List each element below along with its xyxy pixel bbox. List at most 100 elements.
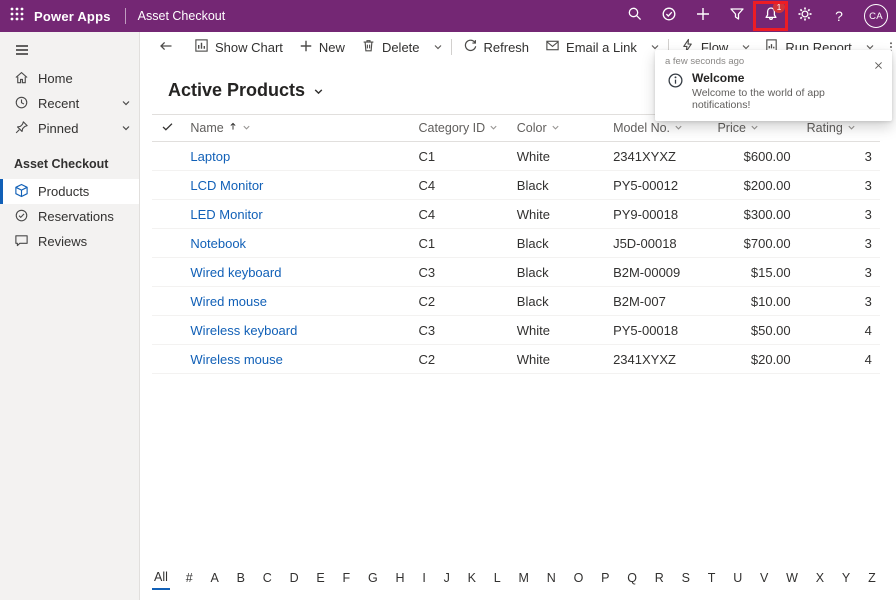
sidebar-item-products[interactable]: Products (0, 179, 139, 204)
cell-model: B2M-007 (605, 286, 710, 316)
sidebar-item-reviews[interactable]: Reviews (0, 229, 139, 254)
cell-rating: 3 (798, 141, 880, 171)
sitemap-toggle-button[interactable] (0, 36, 40, 66)
notifications-button[interactable]: 1 (754, 0, 788, 32)
table-row[interactable]: LED Monitor C4 White PY9-00018 $300.00 3 (152, 199, 880, 229)
sidebar-item-recent[interactable]: Recent (0, 91, 139, 116)
row-select-cell[interactable] (152, 315, 183, 345)
jump-letter[interactable]: C (261, 568, 274, 589)
product-link[interactable]: Wired mouse (190, 294, 267, 309)
account-button[interactable]: CA (856, 0, 896, 32)
search-button[interactable] (618, 0, 652, 32)
jump-letter[interactable]: Q (625, 568, 639, 589)
jump-letter[interactable]: B (235, 568, 247, 589)
jump-letter[interactable]: K (466, 568, 478, 589)
column-header-name[interactable]: Name (182, 114, 411, 142)
row-select-cell[interactable] (152, 199, 183, 229)
cell-model: 2341XYXZ (605, 344, 710, 374)
table-row[interactable]: Notebook C1 Black J5D-00018 $700.00 3 (152, 228, 880, 258)
chevron-down-icon (313, 81, 324, 102)
row-select-cell[interactable] (152, 228, 183, 258)
filter-button[interactable] (720, 0, 754, 32)
table-row[interactable]: Wired mouse C2 Black B2M-007 $10.00 3 (152, 286, 880, 316)
jump-letter[interactable]: H (394, 568, 407, 589)
topbar-divider (124, 8, 126, 24)
jump-letter[interactable]: J (442, 568, 452, 589)
table-row[interactable]: Wireless keyboard C3 White PY5-00018 $50.00 4 (152, 315, 880, 345)
column-header-color[interactable]: Color (508, 114, 606, 142)
refresh-button[interactable]: Refresh (455, 32, 538, 62)
jump-letter[interactable]: N (545, 568, 558, 589)
jump-letter[interactable]: Y (840, 568, 852, 589)
jump-letter[interactable]: P (599, 568, 611, 589)
sidebar-item-label: Products (38, 184, 90, 199)
row-select-cell[interactable] (152, 141, 183, 171)
cell-category: C3 (410, 315, 509, 345)
close-icon[interactable] (871, 56, 886, 78)
jump-letter[interactable]: T (706, 568, 718, 589)
email-link-button[interactable]: Email a Link (537, 32, 645, 62)
jump-letter[interactable]: L (492, 568, 503, 589)
product-link[interactable]: LCD Monitor (190, 178, 263, 193)
jump-letter[interactable]: D (288, 568, 301, 589)
row-select-cell[interactable] (152, 170, 183, 200)
sidebar-item-home[interactable]: Home (0, 66, 139, 91)
row-select-cell[interactable] (152, 344, 183, 374)
jump-letter[interactable]: M (517, 568, 531, 589)
product-link[interactable]: Laptop (190, 149, 230, 164)
product-link[interactable]: Wired keyboard (190, 265, 281, 280)
jump-letter[interactable]: X (814, 568, 826, 589)
show-chart-button[interactable]: Show Chart (186, 32, 291, 62)
jump-letter[interactable]: V (758, 568, 770, 589)
jump-letter[interactable]: F (341, 568, 353, 589)
product-link[interactable]: Notebook (190, 236, 246, 251)
row-select-cell[interactable] (152, 257, 183, 287)
cell-rating: 4 (798, 315, 880, 345)
column-header-category[interactable]: Category ID (410, 114, 509, 142)
jump-letter[interactable]: I (420, 568, 427, 589)
brand-title[interactable]: Power Apps (34, 9, 111, 24)
new-label: New (318, 39, 345, 55)
jump-letter[interactable]: S (680, 568, 692, 589)
table-row[interactable]: LCD Monitor C4 Black PY5-00012 $200.00 3 (152, 170, 880, 200)
cell-rating: 3 (798, 199, 880, 229)
table-row[interactable]: Wired keyboard C3 Black B2M-00009 $15.00 3 (152, 257, 880, 287)
jump-letter[interactable]: R (653, 568, 666, 589)
chevron-down-icon (121, 121, 131, 136)
settings-button[interactable] (788, 0, 822, 32)
sidebar-item-reservations[interactable]: Reservations (0, 204, 139, 229)
table-row[interactable]: Laptop C1 White 2341XYXZ $600.00 3 (152, 141, 880, 171)
jump-letter[interactable]: O (572, 568, 586, 589)
delete-dropdown-chevron[interactable] (428, 32, 448, 62)
help-icon: ? (835, 8, 843, 24)
product-link[interactable]: Wireless keyboard (190, 323, 297, 338)
jump-letter[interactable]: Z (866, 568, 878, 589)
delete-button[interactable]: Delete (353, 32, 428, 62)
cell-rating: 4 (798, 344, 880, 374)
visual-filter-button[interactable] (652, 0, 686, 32)
pin-icon (14, 120, 29, 138)
quick-create-button[interactable] (686, 0, 720, 32)
hamburger-icon (14, 42, 30, 61)
jump-letter[interactable]: U (731, 568, 744, 589)
select-all-header[interactable] (152, 114, 183, 142)
product-link[interactable]: Wireless mouse (190, 352, 282, 367)
row-select-cell[interactable] (152, 286, 183, 316)
jump-letter[interactable]: G (366, 568, 380, 589)
sidebar-item-label: Home (38, 71, 73, 86)
jump-letter[interactable]: E (314, 568, 326, 589)
jump-letter[interactable]: W (784, 568, 800, 589)
jump-letter[interactable]: # (184, 568, 195, 589)
jump-letter[interactable]: A (208, 568, 220, 589)
back-button[interactable] (146, 32, 186, 62)
table-row[interactable]: Wireless mouse C2 White 2341XYXZ $20.00 4 (152, 344, 880, 374)
sidebar-item-pinned[interactable]: Pinned (0, 116, 139, 141)
chevron-down-icon (750, 121, 759, 135)
product-link[interactable]: LED Monitor (190, 207, 262, 222)
help-button[interactable]: ? (822, 0, 856, 32)
app-name[interactable]: Asset Checkout (138, 9, 226, 23)
waffle-icon (9, 6, 25, 27)
jump-all[interactable]: All (152, 567, 170, 590)
app-launcher-button[interactable] (0, 0, 34, 32)
new-button[interactable]: New (291, 32, 353, 62)
